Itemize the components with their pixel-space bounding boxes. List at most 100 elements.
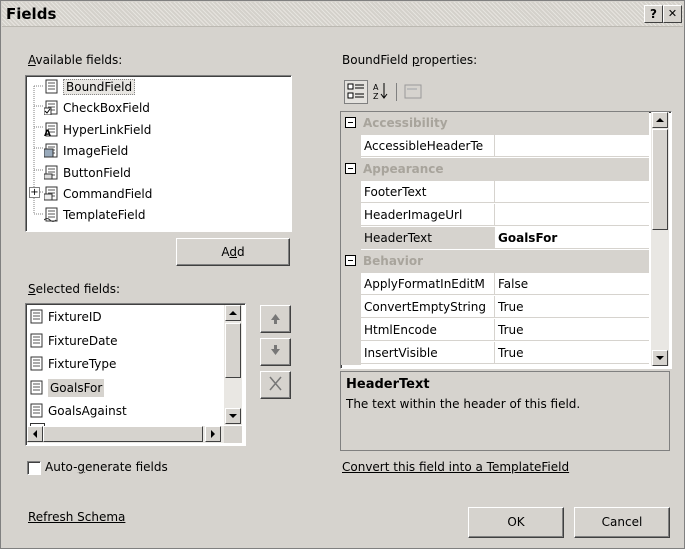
scroll-right-button[interactable] xyxy=(205,426,221,442)
available-field-item[interactable]: A HyperLinkField xyxy=(44,120,151,140)
property-name: ApplyFormatInEditM xyxy=(361,273,495,295)
selected-field-item[interactable]: GoalsFor xyxy=(29,377,105,400)
available-field-item[interactable]: BoundField xyxy=(44,77,136,97)
scroll-thumb[interactable] xyxy=(225,323,241,378)
row-gutter xyxy=(341,319,361,342)
scroll-down-button[interactable] xyxy=(225,408,241,424)
selected-hscrollbar[interactable] xyxy=(27,426,224,443)
categorized-button[interactable] xyxy=(344,80,368,104)
move-down-button[interactable] xyxy=(260,338,291,366)
property-description: HeaderText The text within the header of… xyxy=(340,371,670,451)
prop-scroll-thumb[interactable] xyxy=(652,129,668,230)
help-button[interactable]: ? xyxy=(644,5,663,23)
prop-scroll-down-button[interactable] xyxy=(652,350,668,366)
available-field-item[interactable]: CheckBoxField xyxy=(43,98,150,118)
property-name: ConvertEmptyString xyxy=(361,296,495,318)
available-fields-label: Available fields: xyxy=(28,53,123,67)
selected-field-label: FixtureDate xyxy=(48,333,118,348)
property-category[interactable]: Behavior xyxy=(341,250,649,273)
property-name: HeaderText xyxy=(361,227,495,249)
property-pages-icon xyxy=(404,84,422,99)
collapse-icon[interactable] xyxy=(345,117,356,128)
convert-templatefield-link[interactable]: Convert this field into a TemplateField xyxy=(342,460,569,474)
templatefield-icon xyxy=(43,207,59,223)
selected-fields-list[interactable]: FixtureID FixtureDate FixtureType GoalsFor G… xyxy=(25,303,246,446)
delete-field-button[interactable] xyxy=(260,371,291,399)
selected-field-label: FixtureID xyxy=(48,310,102,324)
svg-text:Z: Z xyxy=(373,92,379,101)
selected-vscrollbar[interactable] xyxy=(224,305,242,425)
property-value[interactable] xyxy=(495,181,649,203)
collapse-icon[interactable] xyxy=(345,255,356,266)
collapse-icon[interactable] xyxy=(345,163,356,174)
autogenerate-checkbox[interactable] xyxy=(27,461,41,475)
available-field-label: BoundField xyxy=(63,79,136,95)
available-field-label: ImageField xyxy=(63,144,129,159)
selected-field-item[interactable]: GoalsAgainst xyxy=(29,400,127,423)
property-row[interactable]: AccessibleHeaderTe xyxy=(341,135,649,158)
property-value[interactable]: True xyxy=(495,319,649,341)
autogenerate-label: Auto-generate fields xyxy=(45,460,168,474)
property-row[interactable]: HeaderImageUrl xyxy=(341,204,649,227)
prop-scroll-up-button[interactable] xyxy=(652,112,668,128)
row-gutter xyxy=(341,204,361,227)
property-category[interactable]: Accessibility xyxy=(341,112,649,135)
property-pages-button[interactable] xyxy=(402,80,424,102)
available-field-item[interactable]: ImageField xyxy=(43,141,129,161)
property-row[interactable]: InsertVisible True xyxy=(341,342,649,365)
property-value[interactable]: False xyxy=(495,273,649,295)
property-value[interactable]: True xyxy=(495,296,649,318)
properties-toolbar: A Z xyxy=(340,75,670,111)
selected-field-label: FixtureType xyxy=(48,357,117,371)
available-field-item[interactable]: TemplateField xyxy=(43,205,145,225)
available-field-item[interactable]: ButtonField xyxy=(43,163,131,183)
boundfield-icon xyxy=(29,309,44,324)
delete-icon xyxy=(269,376,282,391)
property-value[interactable] xyxy=(495,204,649,226)
property-category[interactable]: Appearance xyxy=(341,158,649,181)
alphabetical-button[interactable]: A Z xyxy=(370,80,392,102)
cancel-button[interactable]: Cancel xyxy=(574,507,670,538)
categorized-icon xyxy=(347,83,364,99)
svg-text:A: A xyxy=(44,129,51,137)
boundfield-icon xyxy=(29,380,44,395)
fields-dialog: Fields ? ✕ Available fields: BoundField C… xyxy=(0,0,685,549)
arrow-up-icon xyxy=(271,314,280,324)
refresh-schema-link[interactable]: Refresh Schema xyxy=(28,510,125,524)
hyperlinkfield-icon: A xyxy=(44,122,59,139)
selected-field-item[interactable]: FixtureID xyxy=(29,306,102,329)
row-gutter xyxy=(341,342,361,365)
property-row[interactable]: HeaderText GoalsFor xyxy=(341,227,649,250)
arrow-down-icon xyxy=(271,345,280,355)
toolbar-separator xyxy=(396,83,397,101)
scroll-up-button[interactable] xyxy=(225,305,241,321)
checkboxfield-icon xyxy=(43,100,59,116)
available-fields-tree[interactable]: BoundField CheckBoxField A HyperLinkField Im… xyxy=(25,75,292,232)
available-field-label: ButtonField xyxy=(63,165,131,180)
available-field-item[interactable]: CommandField xyxy=(43,184,152,204)
title-bar: Fields ? ✕ xyxy=(2,2,683,27)
selected-field-item[interactable]: FixtureDate xyxy=(29,330,118,353)
selected-field-label: GoalsFor xyxy=(48,378,105,397)
property-row[interactable]: HtmlEncode True xyxy=(341,319,649,342)
scroll-left-button[interactable] xyxy=(27,426,43,442)
ok-button[interactable]: OK xyxy=(468,507,564,538)
description-title: HeaderText xyxy=(346,377,430,392)
selected-field-item[interactable]: FixtureType xyxy=(29,353,116,376)
property-row[interactable]: FooterText xyxy=(341,181,649,204)
property-value[interactable]: True xyxy=(495,342,649,364)
property-row[interactable]: ApplyFormatInEditM False xyxy=(341,273,649,296)
add-button[interactable]: Add xyxy=(176,238,290,266)
move-up-button[interactable] xyxy=(260,305,291,333)
property-name: HeaderImageUrl xyxy=(361,204,495,226)
row-gutter xyxy=(341,135,361,158)
property-row[interactable]: ConvertEmptyString True xyxy=(341,296,649,319)
hscroll-thumb[interactable] xyxy=(43,426,203,442)
property-value[interactable]: GoalsFor xyxy=(495,227,649,249)
property-grid[interactable]: Accessibility AccessibleHeaderTe Appearanc… xyxy=(340,111,672,369)
expand-commandfield-icon[interactable]: + xyxy=(29,187,40,198)
property-value[interactable] xyxy=(495,135,649,157)
close-button[interactable]: ✕ xyxy=(663,5,682,23)
property-name: InsertVisible xyxy=(361,342,495,364)
property-vscrollbar[interactable] xyxy=(651,112,669,366)
